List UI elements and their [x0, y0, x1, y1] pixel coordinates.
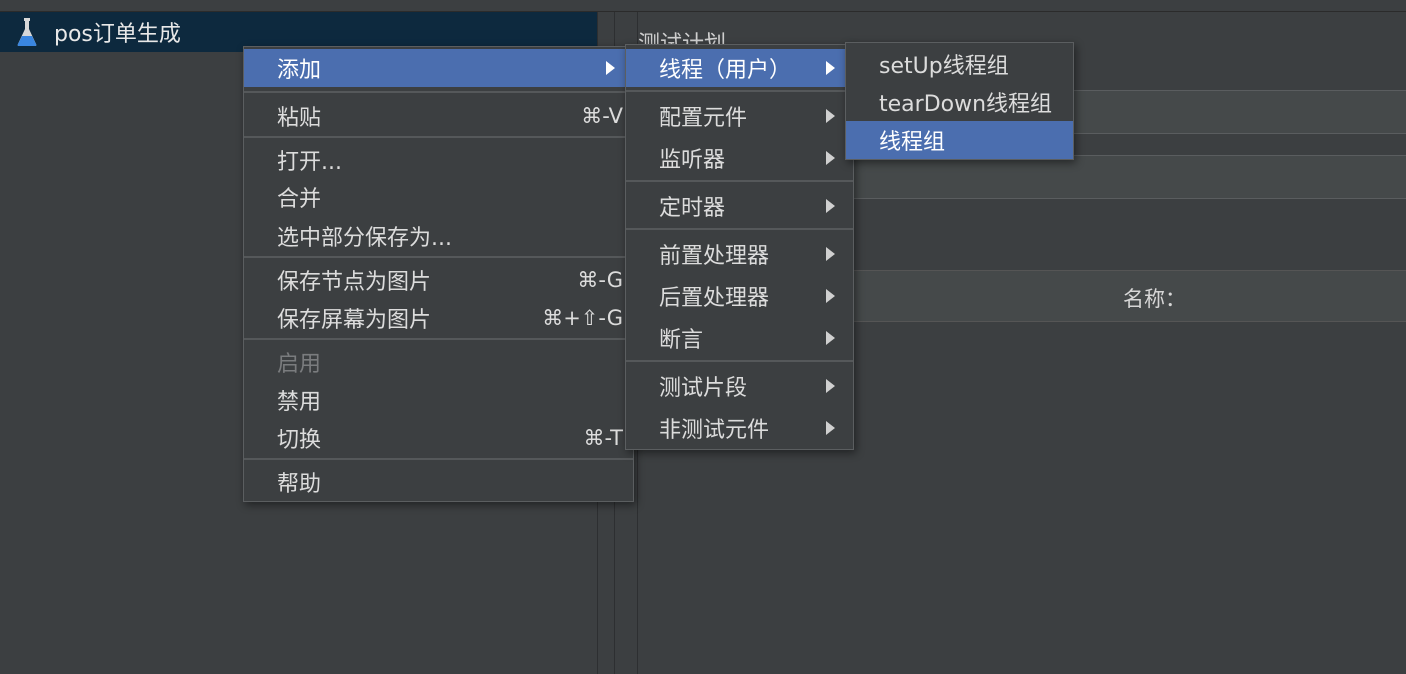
context-menu: 添加 粘贴 ⌘-V 打开... 合并 选中部分保存为... 保存节点为图片 ⌘-…	[243, 46, 634, 502]
menu-item-add[interactable]: 添加	[244, 49, 633, 87]
menu-item-thread-group[interactable]: 线程组	[846, 121, 1073, 159]
menu-item-disable[interactable]: 禁用	[244, 381, 633, 419]
menu-item-assertion[interactable]: 断言	[626, 319, 853, 357]
submenu-arrow-icon	[826, 151, 835, 165]
menu-item-config-element[interactable]: 配置元件	[626, 97, 853, 135]
submenu-arrow-icon	[606, 61, 615, 75]
menu-item-help[interactable]: 帮助	[244, 463, 633, 501]
add-submenu: 线程（用户） 配置元件 监听器 定时器 前置处理器 后置处理器 断言 测试片段 …	[625, 44, 854, 450]
submenu-arrow-icon	[826, 61, 835, 75]
menu-item-merge[interactable]: 合并	[244, 178, 633, 216]
column-header-name: 名称：	[1123, 287, 1186, 311]
menu-separator	[244, 136, 633, 138]
submenu-arrow-icon	[826, 247, 835, 261]
menu-item-open[interactable]: 打开...	[244, 141, 633, 179]
title-strip	[0, 0, 1406, 12]
menu-item-postprocessor[interactable]: 后置处理器	[626, 277, 853, 315]
submenu-arrow-icon	[826, 379, 835, 393]
menu-item-threads[interactable]: 线程（用户）	[626, 49, 853, 87]
threads-submenu: setUp线程组 tearDown线程组 线程组	[845, 42, 1074, 160]
menu-item-setup-thread-group[interactable]: setUp线程组	[846, 45, 1073, 83]
submenu-arrow-icon	[826, 289, 835, 303]
menu-item-listener[interactable]: 监听器	[626, 139, 853, 177]
submenu-arrow-icon	[826, 331, 835, 345]
menu-separator	[244, 91, 633, 93]
menu-separator	[626, 90, 853, 92]
menu-item-non-test-elements[interactable]: 非测试元件	[626, 409, 853, 447]
shortcut-label: ⌘-V	[581, 104, 623, 128]
menu-item-toggle[interactable]: 切换 ⌘-T	[244, 419, 633, 457]
menu-separator	[244, 338, 633, 340]
shortcut-label: ⌘+⇧-G	[542, 306, 623, 330]
menu-item-save-screen-image[interactable]: 保存屏幕为图片 ⌘+⇧-G	[244, 299, 633, 337]
flask-icon	[12, 17, 42, 47]
menu-separator	[626, 180, 853, 182]
tree-node-label: pos订单生成	[54, 22, 181, 47]
submenu-arrow-icon	[826, 199, 835, 213]
submenu-arrow-icon	[826, 421, 835, 435]
menu-item-enable: 启用	[277, 352, 322, 377]
menu-separator	[626, 228, 853, 230]
menu-separator	[626, 360, 853, 362]
menu-separator	[244, 458, 633, 460]
shortcut-label: ⌘-T	[583, 426, 623, 450]
menu-item-save-selection[interactable]: 选中部分保存为...	[244, 217, 633, 255]
menu-item-test-fragment[interactable]: 测试片段	[626, 367, 853, 405]
menu-item-teardown-thread-group[interactable]: tearDown线程组	[846, 83, 1073, 121]
menu-item-paste[interactable]: 粘贴 ⌘-V	[244, 97, 633, 135]
shortcut-label: ⌘-G	[577, 268, 623, 292]
submenu-arrow-icon	[826, 109, 835, 123]
menu-item-save-node-image[interactable]: 保存节点为图片 ⌘-G	[244, 261, 633, 299]
menu-item-preprocessor[interactable]: 前置处理器	[626, 235, 853, 273]
menu-separator	[244, 256, 633, 258]
menu-item-timer[interactable]: 定时器	[626, 187, 853, 225]
panel-title: 测试计划	[638, 32, 727, 46]
